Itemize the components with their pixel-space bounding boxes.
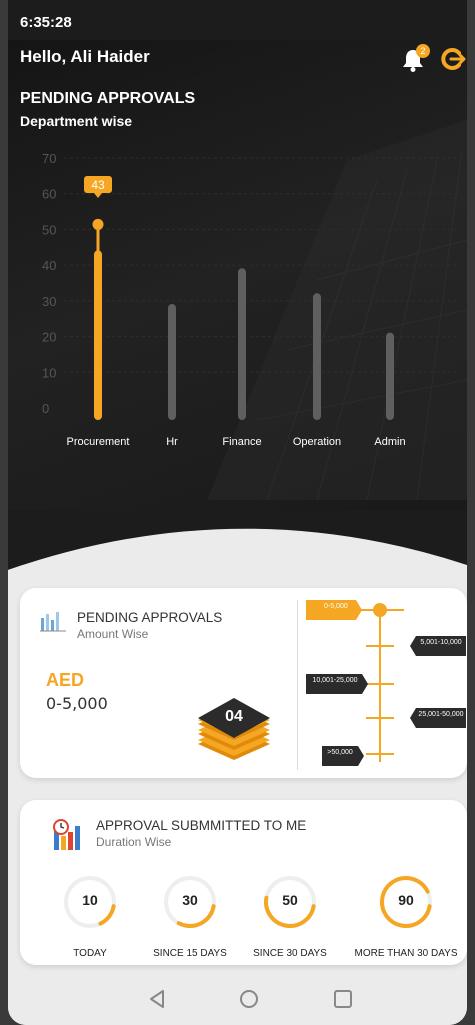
app-screen: 6:35:28 Hello, Ali Haider 2 PENDING APPR… [8,0,467,1025]
duration-value: 50 [282,892,298,908]
duration-card-subtitle: Duration Wise [96,835,172,849]
report-clock-icon [53,819,80,850]
status-time: 6:35:28 [20,14,72,31]
duration-since-30-days[interactable]: 50 [260,872,320,932]
amount-card-title: PENDING APPROVALS [77,610,223,625]
duration-label-more-30-days: MORE THAN 30 DAYS [354,948,458,959]
notification-count-badge: 2 [416,44,430,58]
logout-icon [441,48,466,70]
value-tooltip-pointer [94,193,102,198]
range-tag-2[interactable]: 10,001-25,000 [307,677,363,684]
y-tick-label: 70 [42,151,56,166]
value-tooltip-label: 43 [91,178,105,192]
duration-value: 10 [82,892,98,908]
duration-since-15-days[interactable]: 30 [160,872,220,932]
y-tick-label: 40 [42,258,56,273]
duration-wise-card[interactable]: APPROVAL SUBMMITTED TO ME Duration Wise … [20,800,467,965]
recents-square-icon[interactable] [332,988,354,1010]
department-bar-chart: 0 10 20 30 40 50 60 70 Procurement 43 Hr Finance Ope… [42,151,458,448]
bar-chart-icon [40,612,66,632]
pending-count: 04 [225,708,243,725]
chart-title: PENDING APPROVALS [20,90,196,107]
duration-label-30-days: SINCE 30 DAYS [253,948,327,959]
duration-value: 30 [182,892,198,908]
logout-button[interactable] [440,46,466,72]
selected-range-value: 0-5,000 [46,694,108,713]
duration-label-today: TODAY [73,948,107,959]
chart-subtitle: Department wise [20,113,133,129]
range-tag-3[interactable]: 25,001-50,000 [416,711,466,718]
timeline-active-dot [373,603,387,617]
x-tick-label: Hr [166,436,178,448]
y-tick-label: 50 [42,222,56,237]
y-tick-label: 60 [42,187,56,202]
system-nav-bar [8,972,467,1025]
duration-value: 90 [398,892,414,908]
status-bar: 6:35:28 [8,0,467,40]
card-divider [297,600,298,770]
range-tag-1[interactable]: 5,001-10,000 [416,639,466,646]
y-tick-label: 10 [42,365,56,380]
highlight-dot [92,218,104,230]
duration-card-title: APPROVAL SUBMMITTED TO ME [96,818,307,833]
amount-wise-card[interactable]: PENDING APPROVALS Amount Wise AED 0-5,00… [20,588,467,778]
greeting-text: Hello, Ali Haider [20,47,150,66]
currency-label: AED [46,670,85,690]
x-tick-label: Procurement [67,436,130,448]
range-tag-4[interactable]: >50,000 [322,749,358,756]
home-circle-icon[interactable] [238,988,260,1010]
x-tick-label: Finance [222,436,261,448]
range-tag-0[interactable]: 0-5,000 [310,603,360,610]
y-tick-label: 0 [42,401,49,416]
duration-more-than-30-days[interactable]: 90 [376,872,436,932]
y-tick-label: 20 [42,330,56,345]
amount-range-timeline [306,600,466,766]
duration-today[interactable]: 10 [60,872,120,932]
amount-card-subtitle: Amount Wise [77,627,149,641]
x-tick-label: Operation [293,436,341,448]
back-triangle-icon[interactable] [146,988,168,1010]
x-tick-label: Admin [374,436,405,448]
duration-label-15-days: SINCE 15 DAYS [153,948,227,959]
y-tick-label: 30 [42,294,56,309]
